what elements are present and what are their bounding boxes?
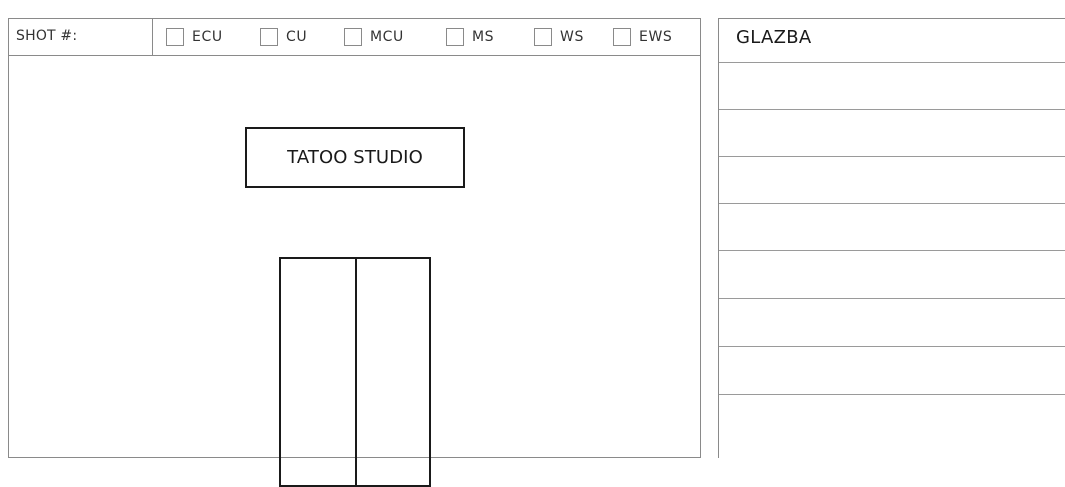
ws-checkbox[interactable] (534, 28, 552, 46)
ms-checkbox[interactable] (446, 28, 464, 46)
note-line (719, 346, 1065, 347)
music-notes-panel: GLAZBA (718, 18, 1065, 458)
shot-option-ws[interactable]: WS (534, 27, 584, 47)
door-divider (355, 259, 357, 485)
tattoo-studio-sign: TATOO STUDIO (245, 127, 465, 188)
note-line (719, 109, 1065, 110)
sign-text: TATOO STUDIO (287, 147, 423, 168)
note-line (719, 394, 1065, 395)
mcu-label: MCU (370, 29, 404, 45)
note-line (719, 250, 1065, 251)
ecu-checkbox[interactable] (166, 28, 184, 46)
shot-option-cu[interactable]: CU (260, 27, 307, 47)
cu-checkbox[interactable] (260, 28, 278, 46)
ews-checkbox[interactable] (613, 28, 631, 46)
note-line (719, 203, 1065, 204)
ecu-label: ECU (192, 29, 223, 45)
ms-label: MS (472, 29, 495, 45)
storyboard-frame: SHOT #: ECU CU MCU MS WS EWS TATOO STUDI… (8, 18, 701, 487)
ews-label: EWS (639, 29, 673, 45)
note-line (719, 62, 1065, 63)
shot-option-ms[interactable]: MS (446, 27, 494, 47)
music-panel-title: GLAZBA (736, 27, 812, 48)
ws-label: WS (560, 29, 584, 45)
shot-number-label: SHOT #: (9, 19, 153, 55)
shot-option-mcu[interactable]: MCU (344, 27, 404, 47)
shot-header: SHOT #: ECU CU MCU MS WS EWS (9, 19, 700, 56)
note-line (719, 298, 1065, 299)
shot-option-ecu[interactable]: ECU (166, 27, 223, 47)
note-line (719, 156, 1065, 157)
shot-option-ews[interactable]: EWS (613, 27, 672, 47)
mcu-checkbox[interactable] (344, 28, 362, 46)
cu-label: CU (286, 29, 308, 45)
double-door-sketch (279, 257, 431, 487)
